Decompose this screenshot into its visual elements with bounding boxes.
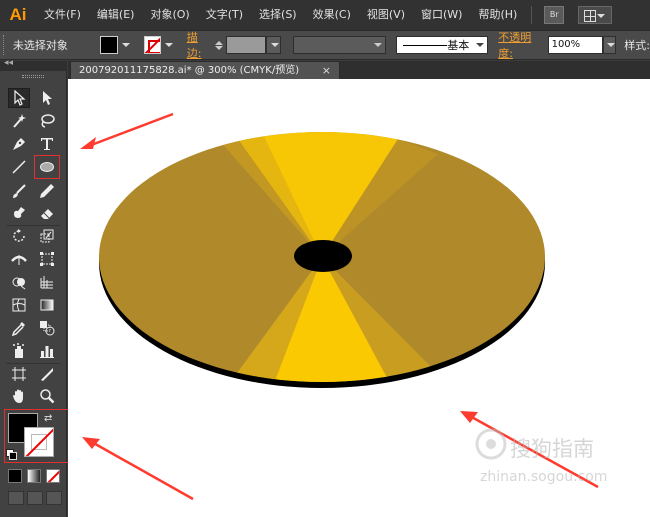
eraser-tool-icon[interactable]: [36, 203, 58, 223]
arrange-documents-button[interactable]: [578, 6, 613, 24]
opacity-field[interactable]: 100%: [547, 36, 603, 54]
stroke-dropdown-icon[interactable]: [164, 43, 173, 51]
selection-tool-icon[interactable]: [8, 88, 30, 108]
ellipse-tool-icon[interactable]: [34, 155, 60, 179]
slice-tool-icon[interactable]: [36, 364, 58, 384]
app-logo: Ai: [9, 5, 27, 24]
draw-behind-button[interactable]: [27, 491, 43, 505]
menu-view[interactable]: 视图(V): [359, 0, 413, 30]
menu-effect[interactable]: 效果(C): [305, 0, 359, 30]
draw-normal-button[interactable]: [8, 491, 24, 505]
collapse-icon[interactable]: ◂◂: [4, 58, 13, 68]
zoom-tool-icon[interactable]: [36, 386, 58, 406]
document-title: 200792011175828.ai* @ 300% (CMYK/预览): [79, 65, 300, 76]
shape-builder-tool-icon[interactable]: [8, 272, 30, 292]
blob-brush-tool-icon[interactable]: [8, 203, 30, 223]
default-fill-stroke-icon[interactable]: [6, 449, 17, 460]
bridge-button[interactable]: Br: [544, 6, 565, 24]
selection-status: 未选择对象: [12, 39, 68, 52]
fill-swatch[interactable]: [100, 36, 118, 54]
menu-file[interactable]: 文件(F): [36, 0, 89, 30]
rotate-tool-icon[interactable]: [8, 226, 30, 246]
blend-tool-icon[interactable]: [36, 318, 58, 338]
stroke-color-box[interactable]: [24, 427, 54, 457]
stroke-spinner[interactable]: [214, 36, 224, 54]
stroke-weight-field[interactable]: [225, 36, 266, 54]
direct-selection-tool-icon[interactable]: [36, 88, 58, 108]
stroke-weight-dropdown[interactable]: [265, 36, 281, 54]
arrow-fill-stroke: [89, 439, 194, 501]
document-tab[interactable]: 200792011175828.ai* @ 300% (CMYK/预览) ×: [70, 61, 340, 79]
pen-tool-icon[interactable]: [8, 134, 30, 154]
artboard-tool-icon[interactable]: [8, 364, 30, 384]
watermark-brand: 搜狗指南: [510, 437, 594, 461]
opacity-dropdown[interactable]: [602, 36, 617, 54]
artboard-canvas[interactable]: 搜狗指南 zhinan.sogou.com: [68, 79, 650, 517]
menu-divider: [531, 6, 533, 24]
menu-type[interactable]: 文字(T): [198, 0, 251, 30]
watermark-logo: [475, 428, 507, 460]
fill-dropdown-icon[interactable]: [121, 43, 130, 51]
menu-window[interactable]: 窗口(W): [413, 0, 470, 30]
arrow-ellipse-tool: [85, 112, 174, 149]
toolbox-header: ◂◂: [0, 58, 67, 71]
stroke-label[interactable]: 描边:: [187, 29, 211, 61]
hand-tool-icon[interactable]: [8, 386, 30, 406]
menu-edit[interactable]: 编辑(E): [89, 0, 143, 30]
menu-bar: Ai 文件(F) 编辑(E) 对象(O) 文字(T) 选择(S) 效果(C) 视…: [0, 0, 650, 30]
document-tab-bar: 200792011175828.ai* @ 300% (CMYK/预览) ×: [68, 61, 650, 79]
pencil-tool-icon[interactable]: [36, 181, 58, 201]
stroke-swatch[interactable]: [143, 36, 161, 54]
column-graph-tool-icon[interactable]: [36, 341, 58, 361]
variable-width-profile[interactable]: [292, 36, 387, 54]
type-tool-icon[interactable]: [36, 134, 58, 154]
draw-inside-button[interactable]: [46, 491, 62, 505]
brush-definition[interactable]: 基本: [396, 36, 489, 54]
control-bar: 未选择对象 描边: 基本 不透明度: 100% 样式:: [0, 30, 650, 60]
perspective-grid-tool-icon[interactable]: [36, 272, 58, 292]
toolbox: ⇄: [0, 71, 70, 517]
watermark-url: zhinan.sogou.com: [480, 469, 608, 485]
style-label: 样式:: [624, 39, 650, 52]
opacity-label[interactable]: 不透明度:: [498, 29, 543, 61]
symbol-sprayer-tool-icon[interactable]: [8, 341, 30, 361]
control-bar-grip[interactable]: [3, 35, 7, 55]
scale-tool-icon[interactable]: [36, 226, 58, 246]
width-tool-icon[interactable]: [8, 249, 30, 269]
menu-object[interactable]: 对象(O): [142, 0, 197, 30]
color-mode-button[interactable]: [8, 469, 22, 483]
swap-fill-stroke-icon[interactable]: ⇄: [44, 413, 52, 424]
close-tab-icon[interactable]: ×: [322, 62, 331, 79]
menu-help[interactable]: 帮助(H): [470, 0, 525, 30]
line-segment-tool-icon[interactable]: [8, 157, 30, 177]
paintbrush-tool-icon[interactable]: [8, 181, 30, 201]
brush-label: 基本: [447, 39, 470, 52]
menu-select[interactable]: 选择(S): [251, 0, 305, 30]
none-mode-button[interactable]: [46, 469, 60, 483]
free-transform-tool-icon[interactable]: [36, 249, 58, 269]
magic-wand-tool-icon[interactable]: [8, 111, 30, 131]
disc-hole: [294, 240, 352, 272]
eyedropper-tool-icon[interactable]: [8, 318, 30, 338]
toolbox-grip[interactable]: [22, 75, 44, 78]
gradient-mode-button[interactable]: [27, 469, 41, 483]
lasso-tool-icon[interactable]: [36, 111, 58, 131]
gradient-tool-icon[interactable]: [36, 295, 58, 315]
mesh-tool-icon[interactable]: [8, 295, 30, 315]
